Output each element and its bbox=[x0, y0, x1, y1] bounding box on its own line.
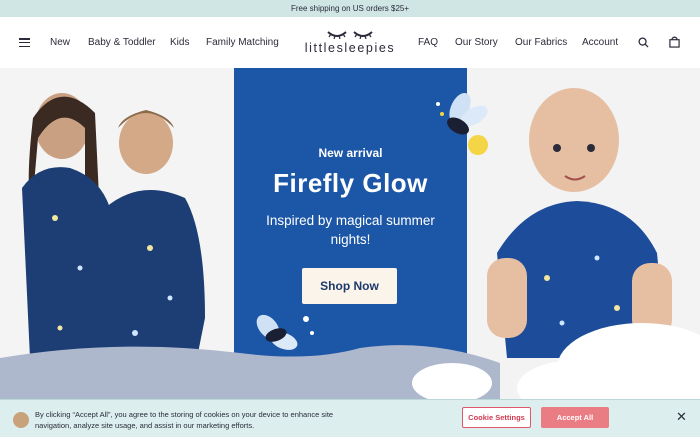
hero-headline: Firefly Glow bbox=[273, 168, 428, 198]
logo-eyes-icon bbox=[300, 29, 400, 39]
cookie-settings-button[interactable]: Cookie Settings bbox=[462, 407, 531, 428]
nav-link-faq[interactable]: FAQ bbox=[418, 37, 438, 48]
menu-icon[interactable] bbox=[19, 38, 30, 47]
nav-link-account[interactable]: Account bbox=[582, 37, 618, 48]
nav-link-baby-toddler[interactable]: Baby & Toddler bbox=[88, 37, 156, 48]
search-icon[interactable] bbox=[638, 37, 649, 48]
nav-link-new[interactable]: New bbox=[50, 37, 70, 48]
hero-banner: New arrival Firefly Glow Inspired by mag… bbox=[0, 68, 700, 437]
nav-link-our-fabrics[interactable]: Our Fabrics bbox=[515, 37, 567, 48]
cookie-text: By clicking “Accept All”, you agree to t… bbox=[35, 410, 334, 430]
promo-text: Free shipping on US orders $25+ bbox=[290, 4, 410, 13]
logo-text: littlesleepies bbox=[304, 41, 396, 55]
cookie-banner: By clicking “Accept All”, you agree to t… bbox=[0, 399, 700, 437]
hero-kicker: New arrival bbox=[318, 146, 383, 160]
close-icon[interactable]: ✕ bbox=[676, 410, 687, 423]
nav-link-family-matching[interactable]: Family Matching bbox=[206, 37, 279, 48]
firefly-icon-lower bbox=[256, 314, 314, 350]
hero-subline: Inspired by magical summer nights! bbox=[266, 213, 435, 247]
promo-banner: Free shipping on US orders $25+ bbox=[0, 0, 700, 17]
accept-all-button[interactable]: Accept All bbox=[541, 407, 609, 428]
shopping-bag-icon[interactable] bbox=[669, 36, 680, 48]
shop-now-button[interactable]: Shop Now bbox=[302, 268, 397, 304]
logo[interactable]: littlesleepies bbox=[300, 29, 400, 57]
main-nav: New Baby & Toddler Kids Family Matching … bbox=[0, 17, 700, 68]
cookie-icon bbox=[13, 412, 29, 428]
nav-link-our-story[interactable]: Our Story bbox=[455, 37, 498, 48]
nav-link-kids[interactable]: Kids bbox=[170, 37, 189, 48]
